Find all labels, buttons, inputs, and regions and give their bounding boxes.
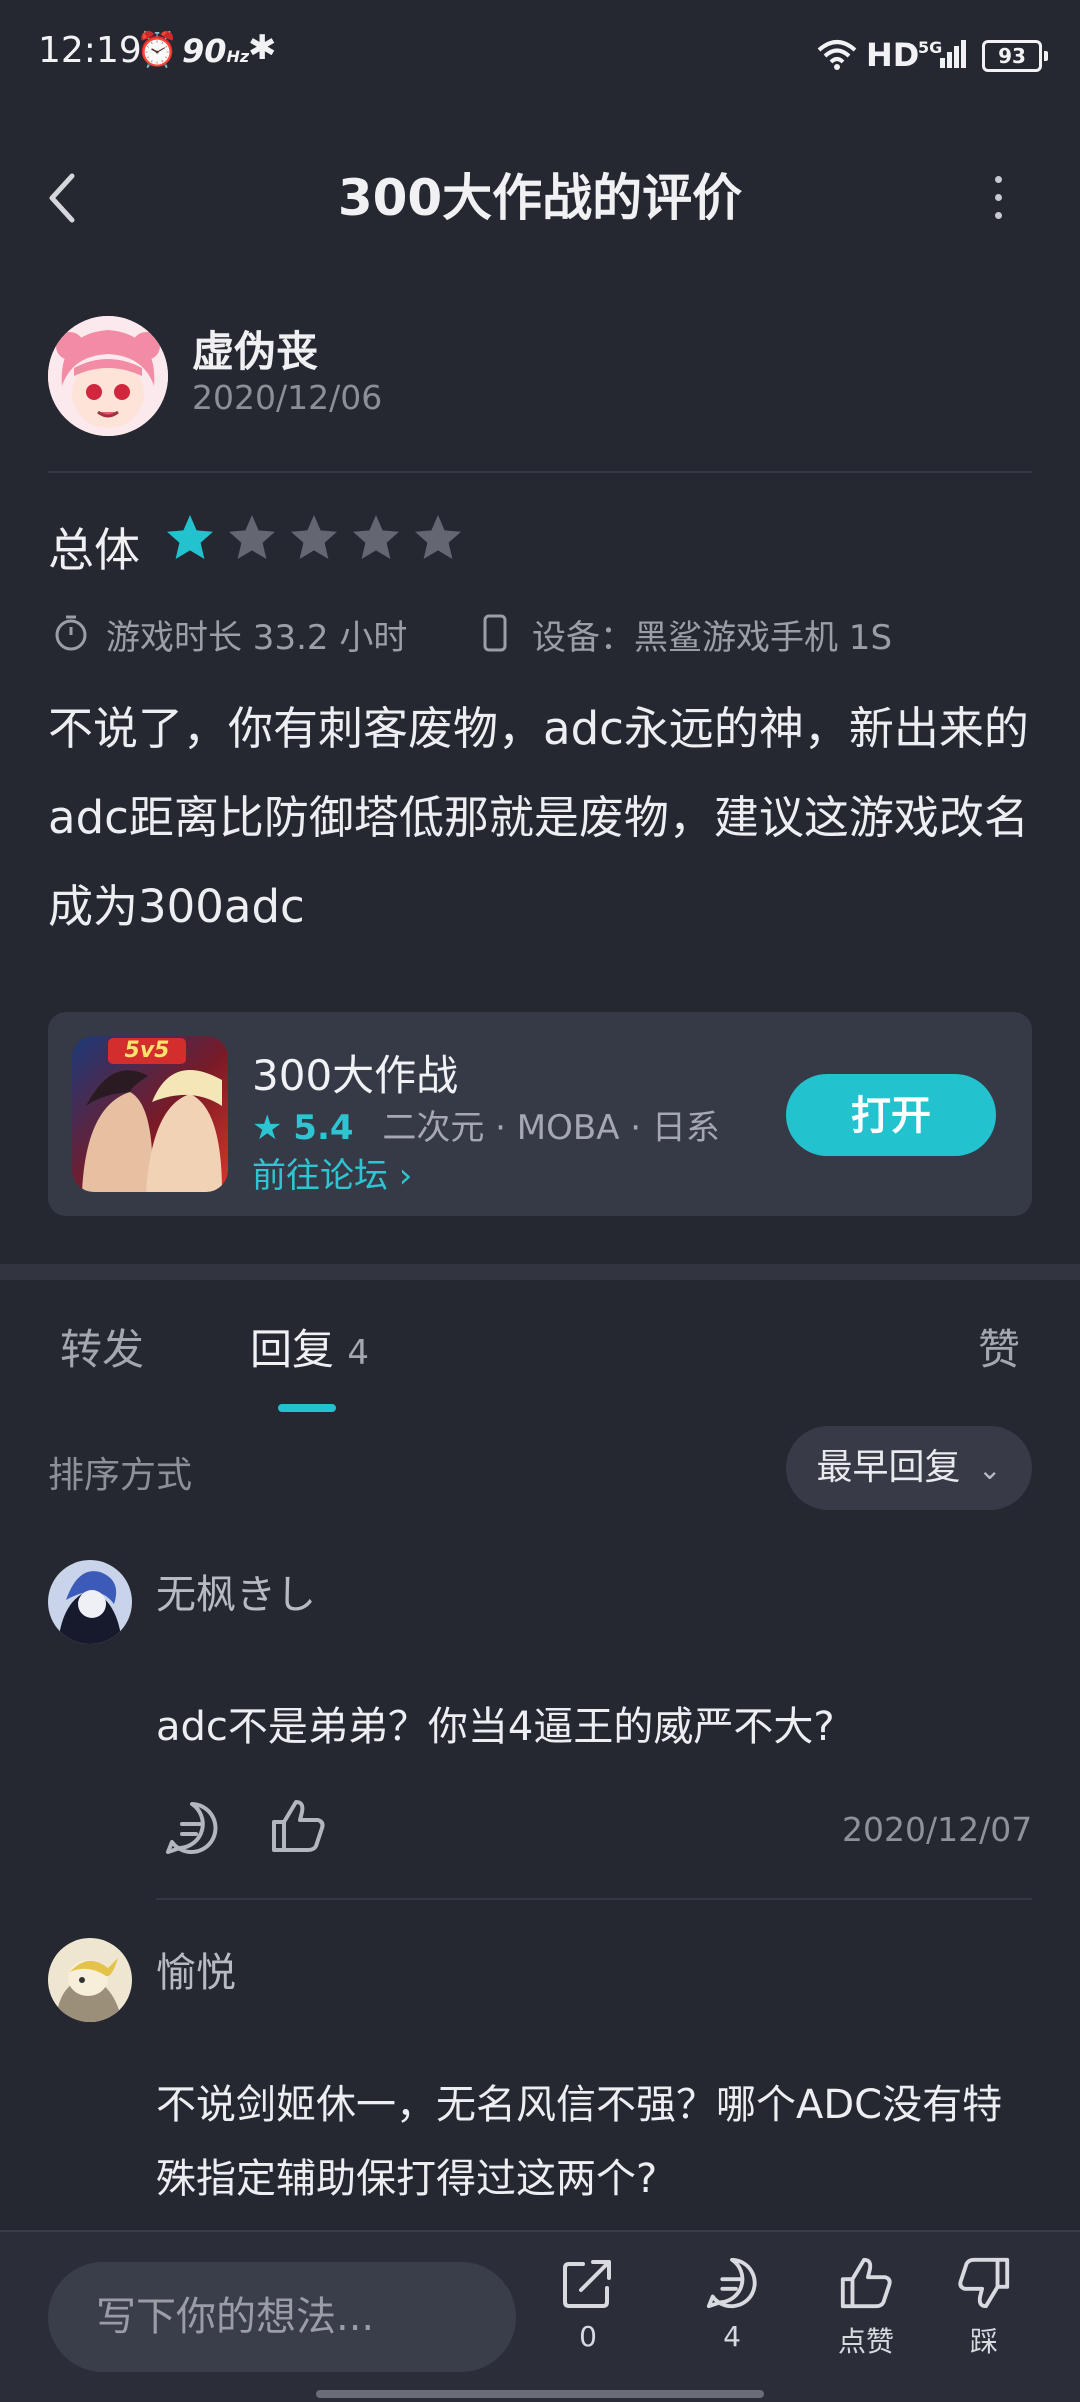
refresh-rate: 90Hz [182,32,250,70]
overall-label: 总体 [48,523,140,577]
game-name[interactable]: 300大作战 [252,1042,458,1103]
dislike-label: 踩 [969,2325,998,2358]
chevron-right-icon: › [388,1156,413,1196]
comment-text: 不说剑姬休一，无名风信不强？哪个ADC没有特殊指定辅助保打得过这两个? [156,2082,1003,2202]
share-count: 0 [579,2320,597,2353]
star-icon [415,515,461,559]
comment-like-icon[interactable] [268,1796,328,1856]
status-time: 12:19 [38,30,142,71]
device: 设备：黑鲨游戏手机 1S [532,618,893,658]
like-label: 点赞 [837,2325,894,2358]
comment-text: adc不是弟弟？你当4逼王的威严不大? [156,1704,835,1750]
comment-divider [156,1898,1032,1900]
star-icon [291,515,337,559]
sort-dropdown[interactable]: 最早回复 ⌄ [786,1426,1032,1510]
page-title: 300大作战的评价 [337,169,743,227]
playtime: 游戏时长 33.2 小时 [106,618,408,658]
game-icon[interactable]: 5v5 [72,1036,228,1192]
game-card[interactable]: 5v5 300大作战 ★ 5.4 二次元 · MOBA · 日系 前往论坛 › … [48,1012,1032,1216]
battery-icon: 93 [982,40,1048,72]
thumbs-up-icon [840,2257,892,2309]
star-icon [353,515,399,559]
tab-indicator [278,1404,336,1412]
signal-icon [940,38,968,68]
comment-input[interactable]: 写下你的想法... [48,2262,516,2372]
sort-label: 排序方式 [48,1455,193,1496]
share-icon [563,2260,611,2308]
timer-icon [55,615,87,651]
network-gen: 5G [918,38,943,57]
comment-date: 2020/12/07 [842,1810,1033,1849]
author-name[interactable]: 虚伪丧 [192,318,318,379]
game-rating: 5.4 [293,1108,354,1148]
star-icon: ★ [252,1108,283,1148]
game-badge: 5v5 [124,1038,170,1063]
reply-count: 4 [347,1333,370,1373]
wifi-icon [817,40,857,70]
alarm-icon: ⏰ [136,30,179,70]
commenter-name[interactable]: 愉悦 [156,1940,236,1998]
star-icon [229,515,275,559]
tab-forward[interactable]: 转发 [60,1316,144,1377]
game-info: ★ 5.4 二次元 · MOBA · 日系 [252,1100,720,1149]
status-bar: 12:19 ⏰ 90Hz ✱ HD 5G 93 [0,0,1080,110]
share-button[interactable]: 0 [538,2254,638,2353]
commenter-name[interactable]: 无枫きし [156,1562,316,1620]
open-button[interactable]: 打开 [786,1074,996,1156]
section-divider [0,1264,1080,1280]
chevron-down-icon: ⌄ [978,1453,1002,1486]
more-icon[interactable] [990,172,1006,222]
thumbs-down-icon [958,2257,1010,2309]
bottom-bar: 写下你的想法... 0 4 点赞 踩 [0,2230,1080,2402]
comment-count: 4 [723,2320,741,2353]
phone-icon [483,614,507,652]
comment-button[interactable]: 4 [682,2254,782,2353]
review-date: 2020/12/06 [192,378,383,417]
tab-reply[interactable]: 回复 4 [250,1316,369,1377]
tab-like[interactable]: 赞 [978,1316,1020,1377]
author-avatar[interactable] [48,316,168,436]
dislike-button[interactable]: 踩 [934,2254,1034,2360]
comment-reply-icon[interactable] [162,1798,222,1858]
commenter-avatar[interactable] [48,1560,132,1644]
commenter-avatar[interactable] [48,1938,132,2022]
forum-link[interactable]: 前往论坛 › [252,1148,412,1197]
divider [48,471,1032,473]
bluetooth-icon: ✱ [248,28,277,68]
game-tags: 二次元 · MOBA · 日系 [382,1108,720,1148]
comment-icon [706,2257,757,2309]
home-indicator [316,2390,764,2398]
review-text: 不说了，你有刺客废物，adc永远的神，新出来的adc距离比防御塔低那就是废物，建… [48,702,1029,933]
like-button[interactable]: 点赞 [816,2254,916,2360]
hd-indicator: HD [866,36,920,74]
star-icon [167,515,213,559]
